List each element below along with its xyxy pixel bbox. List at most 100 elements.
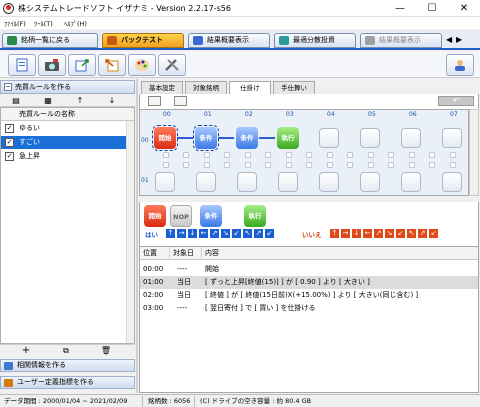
flow-connector[interactable] bbox=[347, 152, 353, 158]
flow-connector[interactable] bbox=[409, 152, 415, 158]
tab-back-to-list[interactable]: 銘柄一覧に戻る bbox=[2, 33, 98, 48]
flow-cell[interactable] bbox=[155, 172, 175, 192]
flow-connector[interactable] bbox=[224, 152, 230, 158]
tab-result-summary-2[interactable]: 結果概要表示 bbox=[360, 33, 442, 48]
palette-start[interactable]: 開始 bbox=[144, 205, 166, 227]
flow-connector[interactable] bbox=[163, 162, 169, 168]
flow-connector[interactable] bbox=[245, 152, 251, 158]
flow-connector[interactable] bbox=[388, 152, 394, 158]
flow-display-icon[interactable] bbox=[174, 96, 187, 106]
add-icon[interactable]: + bbox=[20, 346, 32, 356]
column-header[interactable]: 内容 bbox=[202, 247, 478, 260]
flow-cell[interactable] bbox=[360, 172, 380, 192]
flow-connector[interactable] bbox=[327, 162, 333, 168]
flow-connector[interactable] bbox=[368, 162, 374, 168]
no-arrow-button[interactable]: ↑ bbox=[330, 229, 339, 238]
flow-node-execute[interactable]: 執行 bbox=[277, 127, 299, 149]
add-rule-icon[interactable]: ▤ bbox=[10, 96, 22, 106]
tab-backtest[interactable]: バックテスト bbox=[102, 33, 184, 48]
flow-connector[interactable] bbox=[450, 152, 456, 158]
flow-node-condition[interactable]: 条件 bbox=[193, 125, 219, 151]
flow-editor[interactable]: 00 01 02 03 04 05 06 07 00 01 開始 条件 条件 執… bbox=[139, 109, 469, 196]
rule-item[interactable]: ✓ ゆるい bbox=[1, 122, 126, 135]
palette-nop[interactable]: NOP bbox=[170, 205, 192, 227]
menu-tools[interactable]: ﾂｰﾙ(T) bbox=[34, 18, 53, 28]
scroll-left-icon[interactable]: ◀ bbox=[446, 35, 454, 45]
flow-cell[interactable] bbox=[401, 172, 421, 192]
flow-cell[interactable] bbox=[319, 128, 339, 148]
yes-arrow-button[interactable]: ↑ bbox=[166, 229, 175, 238]
flow-connector[interactable] bbox=[368, 152, 374, 158]
flow-connector[interactable] bbox=[265, 152, 271, 158]
menu-help[interactable]: ﾍﾙﾌﾟ(H) bbox=[64, 18, 87, 28]
close-button[interactable]: ✕ bbox=[448, 0, 480, 17]
flow-connector[interactable] bbox=[306, 162, 312, 168]
no-arrow-button[interactable]: ↙ bbox=[429, 229, 438, 238]
export-button[interactable] bbox=[68, 54, 96, 76]
yes-arrow-button[interactable]: ↘ bbox=[221, 229, 230, 238]
rule-checkbox[interactable]: ✓ bbox=[5, 138, 14, 147]
flow-cell[interactable] bbox=[442, 128, 462, 148]
flow-connector[interactable] bbox=[429, 152, 435, 158]
help-button[interactable] bbox=[446, 54, 474, 76]
flow-vertical-scrollbar[interactable] bbox=[469, 109, 479, 196]
tab-exit[interactable]: 手仕舞い bbox=[273, 81, 315, 94]
undo-button[interactable]: ↶ bbox=[438, 96, 474, 106]
collapse-icon[interactable]: − bbox=[4, 83, 12, 91]
tools-button[interactable] bbox=[158, 54, 186, 76]
flow-connector[interactable] bbox=[163, 152, 169, 158]
panel-splitter[interactable] bbox=[136, 79, 138, 393]
flow-cell[interactable] bbox=[319, 172, 339, 192]
no-arrow-button[interactable]: ↓ bbox=[352, 229, 361, 238]
flow-connector[interactable] bbox=[347, 162, 353, 168]
minimize-button[interactable]: — bbox=[384, 0, 416, 17]
tab-target-stocks[interactable]: 対象銘柄 bbox=[185, 81, 227, 94]
no-arrow-button[interactable]: ↘ bbox=[385, 229, 394, 238]
move-down-icon[interactable]: ↓ bbox=[106, 96, 118, 106]
rule-item[interactable]: ✓ すごい bbox=[1, 136, 126, 149]
duplicate-icon[interactable]: ⧉ bbox=[60, 346, 72, 356]
paint-button[interactable] bbox=[128, 54, 156, 76]
column-header[interactable]: 対象日 bbox=[170, 247, 202, 260]
table-row[interactable]: 03:00 ---- [ 翌日寄付 ] で [ 買い ] を仕掛ける bbox=[140, 302, 478, 315]
flow-connector[interactable] bbox=[409, 162, 415, 168]
flow-connector[interactable] bbox=[450, 162, 456, 168]
no-arrow-button[interactable]: ↗ bbox=[418, 229, 427, 238]
flow-connector[interactable] bbox=[286, 152, 292, 158]
new-button[interactable] bbox=[8, 54, 36, 76]
flow-connector[interactable] bbox=[429, 162, 435, 168]
rule-checkbox[interactable]: ✓ bbox=[5, 152, 14, 161]
flow-view-icon[interactable] bbox=[148, 96, 161, 106]
rule-item[interactable]: ✓ 急上昇 bbox=[1, 150, 126, 163]
yes-arrow-button[interactable]: ↗ bbox=[254, 229, 263, 238]
copy-rule-icon[interactable]: ▦ bbox=[42, 96, 54, 106]
no-arrow-button[interactable]: ↖ bbox=[407, 229, 416, 238]
rule-list-scrollbar[interactable] bbox=[126, 121, 134, 343]
flow-node-condition[interactable]: 条件 bbox=[236, 127, 258, 149]
flow-connector[interactable] bbox=[183, 152, 189, 158]
import-button[interactable] bbox=[98, 54, 126, 76]
flow-cell[interactable] bbox=[442, 172, 462, 192]
flow-node-start[interactable]: 開始 bbox=[152, 125, 178, 151]
yes-arrow-button[interactable]: ← bbox=[199, 229, 208, 238]
yes-arrow-button[interactable]: ↓ bbox=[188, 229, 197, 238]
yes-arrow-button[interactable]: ↖ bbox=[243, 229, 252, 238]
yes-arrow-button[interactable]: ↙ bbox=[232, 229, 241, 238]
flow-cell[interactable] bbox=[196, 172, 216, 192]
no-arrow-button[interactable]: ← bbox=[363, 229, 372, 238]
flow-connector[interactable] bbox=[224, 162, 230, 168]
no-arrow-button[interactable]: → bbox=[341, 229, 350, 238]
delete-icon[interactable]: 🗑 bbox=[100, 346, 112, 356]
flow-cell[interactable] bbox=[278, 172, 298, 192]
flow-connector[interactable] bbox=[265, 162, 271, 168]
no-arrow-button[interactable]: ↙ bbox=[396, 229, 405, 238]
flow-connector[interactable] bbox=[204, 152, 210, 158]
rule-checkbox[interactable]: ✓ bbox=[5, 124, 14, 133]
flow-cell[interactable] bbox=[360, 128, 380, 148]
flow-connector[interactable] bbox=[286, 162, 292, 168]
menu-file[interactable]: ﾌｧｲﾙ(F) bbox=[4, 18, 26, 28]
snapshot-button[interactable] bbox=[38, 54, 66, 76]
tab-result-summary[interactable]: 結果概要表示 bbox=[188, 33, 270, 48]
flow-connector[interactable] bbox=[327, 152, 333, 158]
flow-connector[interactable] bbox=[388, 162, 394, 168]
